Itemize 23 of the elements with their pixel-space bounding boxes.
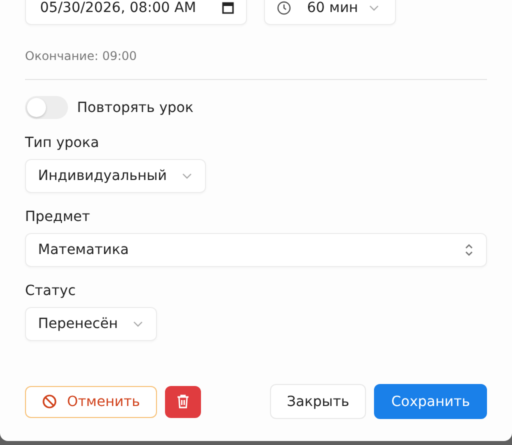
cancel-button[interactable]: Отменить xyxy=(25,386,158,418)
field-label: Статус xyxy=(25,283,77,299)
select-field[interactable]: Индивидуальный xyxy=(25,159,206,193)
field-label: Предмет xyxy=(25,209,92,225)
close-button[interactable]: Закрыть xyxy=(270,384,366,419)
date-time-field[interactable]: 05/30/2026, 08:00 AM xyxy=(25,0,247,25)
chevron-down-icon xyxy=(368,4,380,12)
repeat-toggle[interactable] xyxy=(25,96,68,119)
toggle-label: Повторять урок xyxy=(77,100,194,116)
clock-icon xyxy=(277,1,291,15)
save-button[interactable]: Сохранить xyxy=(374,384,487,419)
delete-button[interactable] xyxy=(165,386,202,418)
up-down-chevron-icon xyxy=(464,243,474,257)
trash-icon xyxy=(176,394,190,409)
select-field[interactable]: Математика xyxy=(25,233,487,267)
field-label: Тип урока xyxy=(25,135,100,151)
select-field[interactable]: Перенесён xyxy=(25,307,157,341)
chevron-down-icon xyxy=(132,320,144,328)
calendar-icon xyxy=(222,2,234,14)
chevron-down-icon xyxy=(180,172,193,180)
prohibited-icon xyxy=(42,394,57,409)
end-time-note: Окончание: 09:00 xyxy=(25,49,138,63)
duration-select[interactable]: 60 мин xyxy=(264,0,396,25)
